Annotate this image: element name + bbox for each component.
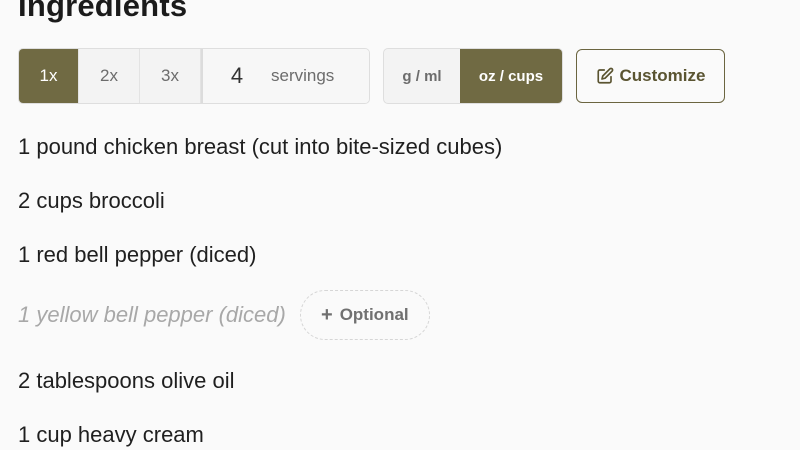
recipe-ingredients-page: Ingredients 1x 2x 3x 4 servings g / ml o… — [0, 0, 800, 450]
ingredient-item: 1 pound chicken breast (cut into bite-si… — [18, 134, 503, 159]
scale-1x-button[interactable]: 1x — [19, 49, 79, 103]
ingredient-item: 1 cup heavy cream — [18, 422, 204, 447]
scale-3x-button[interactable]: 3x — [140, 49, 201, 103]
customize-label: Customize — [619, 66, 706, 85]
ingredient-optional-text: 1 yellow bell pepper (diced) — [18, 302, 286, 327]
scale-2x-button[interactable]: 2x — [79, 49, 140, 103]
ingredient-item: 2 tablespoons olive oil — [18, 368, 235, 393]
optional-badge-label: Optional — [339, 305, 409, 324]
servings-input[interactable]: 4 — [203, 63, 271, 89]
customize-button[interactable]: Customize — [576, 49, 725, 103]
ingredient-item: 2 cups broccoli — [18, 188, 165, 213]
imperial-unit-button[interactable]: oz / cups — [460, 49, 562, 103]
optional-badge[interactable]: + Optional — [299, 290, 430, 340]
unit-toggle: g / ml oz / cups — [383, 48, 563, 104]
ingredient-item: 1 red bell pepper (diced) — [18, 242, 257, 267]
servings-label: servings — [271, 66, 335, 85]
ingredient-controls: 1x 2x 3x 4 servings g / ml oz / cups Cus… — [18, 48, 725, 104]
metric-unit-button[interactable]: g / ml — [384, 49, 460, 103]
plus-icon: + — [321, 304, 333, 326]
servings-field[interactable]: 4 servings — [201, 49, 369, 103]
edit-icon — [596, 67, 614, 85]
ingredients-heading: Ingredients — [18, 0, 188, 23]
ingredient-item-optional: 1 yellow bell pepper (diced) + Optional — [18, 290, 430, 340]
scale-selector: 1x 2x 3x 4 servings — [18, 48, 370, 104]
